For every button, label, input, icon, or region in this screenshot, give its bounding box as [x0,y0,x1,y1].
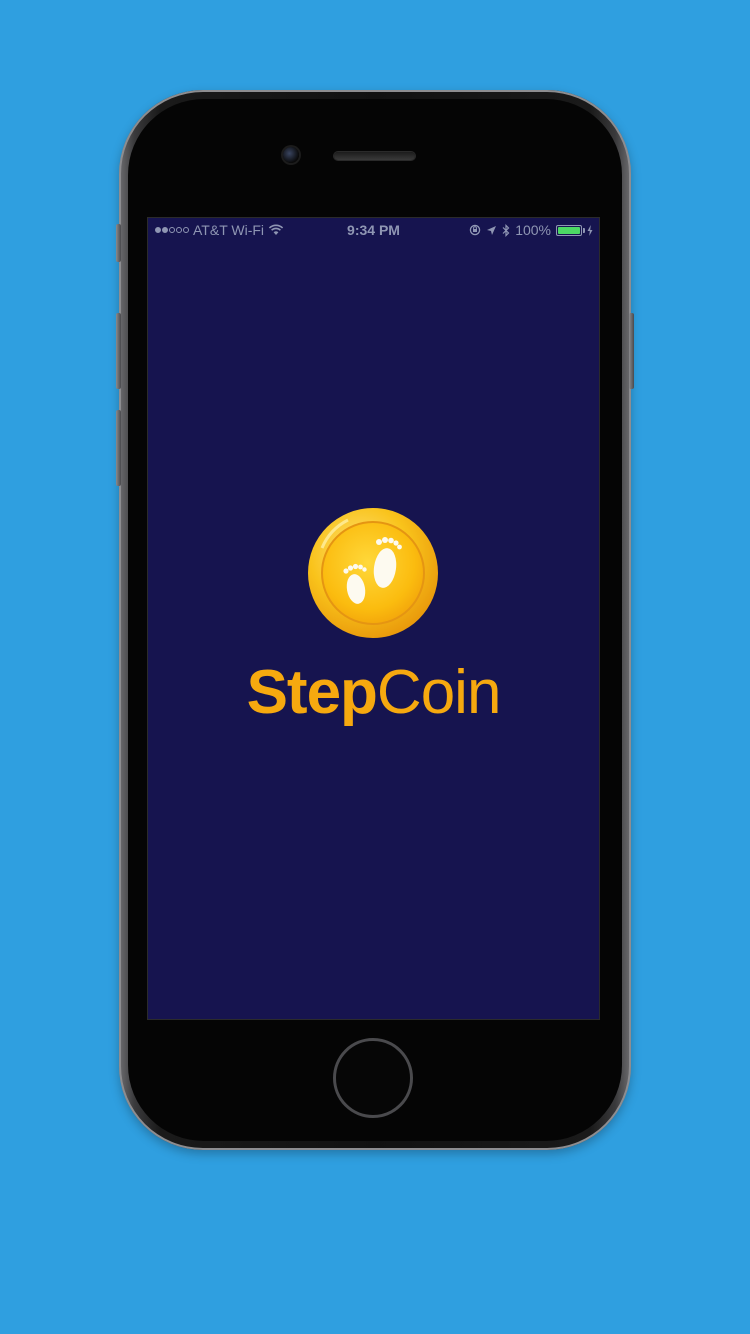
orientation-lock-icon [469,224,481,236]
battery-percent: 100% [515,222,551,238]
charging-bolt-icon [587,224,593,236]
battery-icon [556,224,585,236]
location-arrow-icon [487,225,497,235]
home-button[interactable] [333,1038,413,1118]
front-camera [283,147,299,163]
earpiece-speaker [334,152,415,160]
app-screen: AT&T Wi-Fi 9:34 PM 100% StepCoin [148,218,599,1019]
volume-up-button [116,313,121,389]
volume-down-button [116,410,121,486]
status-bar: AT&T Wi-Fi 9:34 PM 100% [148,218,599,242]
mute-switch [116,224,121,262]
battery-fill [558,226,580,234]
power-button [629,313,634,389]
footprints-coin-icon [308,508,438,638]
bluetooth-icon [502,223,510,237]
status-right: 100% [469,218,593,242]
brand-word-step: Step [246,658,378,727]
brand-word-coin: Coin [376,658,502,727]
app-brand-wordmark: StepCoin [148,658,599,728]
